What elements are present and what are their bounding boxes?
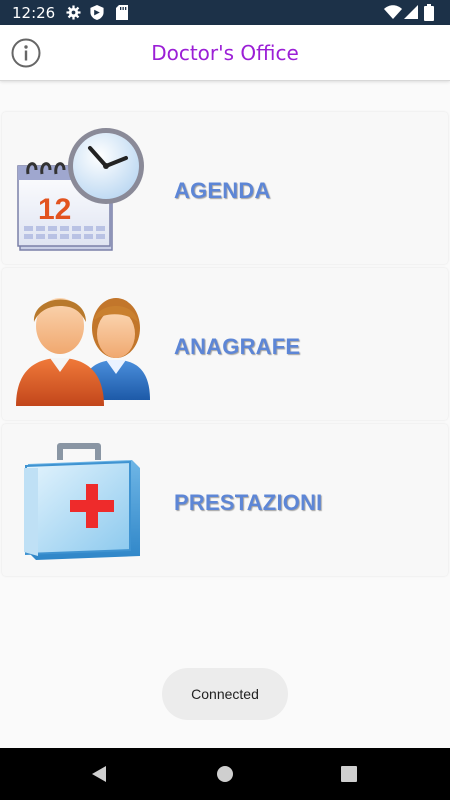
- wifi-icon: [384, 5, 402, 19]
- status-time: 12:26: [12, 4, 56, 22]
- status-bar: 12:26: [0, 0, 450, 25]
- sd-card-icon: [116, 5, 128, 20]
- home-icon[interactable]: [216, 765, 234, 783]
- navigation-bar: [0, 748, 450, 800]
- app-bar: Doctor's Office: [0, 25, 450, 81]
- page-title: Doctor's Office: [151, 41, 299, 65]
- calendar-clock-icon: 12: [17, 128, 144, 251]
- menu-item-anagrafe[interactable]: ANAGRAFE: [2, 268, 448, 420]
- menu-item-label: ANAGRAFE: [174, 334, 301, 359]
- people-icon: [16, 298, 150, 406]
- menu-item-agenda[interactable]: 12 AGENDA: [2, 112, 448, 264]
- back-icon[interactable]: [90, 765, 108, 783]
- battery-icon: [424, 4, 434, 21]
- signal-icon: [404, 5, 418, 19]
- menu-item-label: AGENDA: [174, 178, 271, 203]
- svg-text:12: 12: [38, 193, 71, 226]
- gear-icon: [66, 5, 81, 20]
- medical-kit-icon: [24, 443, 140, 560]
- toast-message: Connected: [162, 668, 288, 720]
- recents-icon[interactable]: [341, 766, 357, 782]
- menu-item-prestazioni[interactable]: PRESTAZIONI: [2, 424, 448, 576]
- menu-item-label: PRESTAZIONI: [174, 490, 323, 515]
- shield-icon: [90, 5, 104, 20]
